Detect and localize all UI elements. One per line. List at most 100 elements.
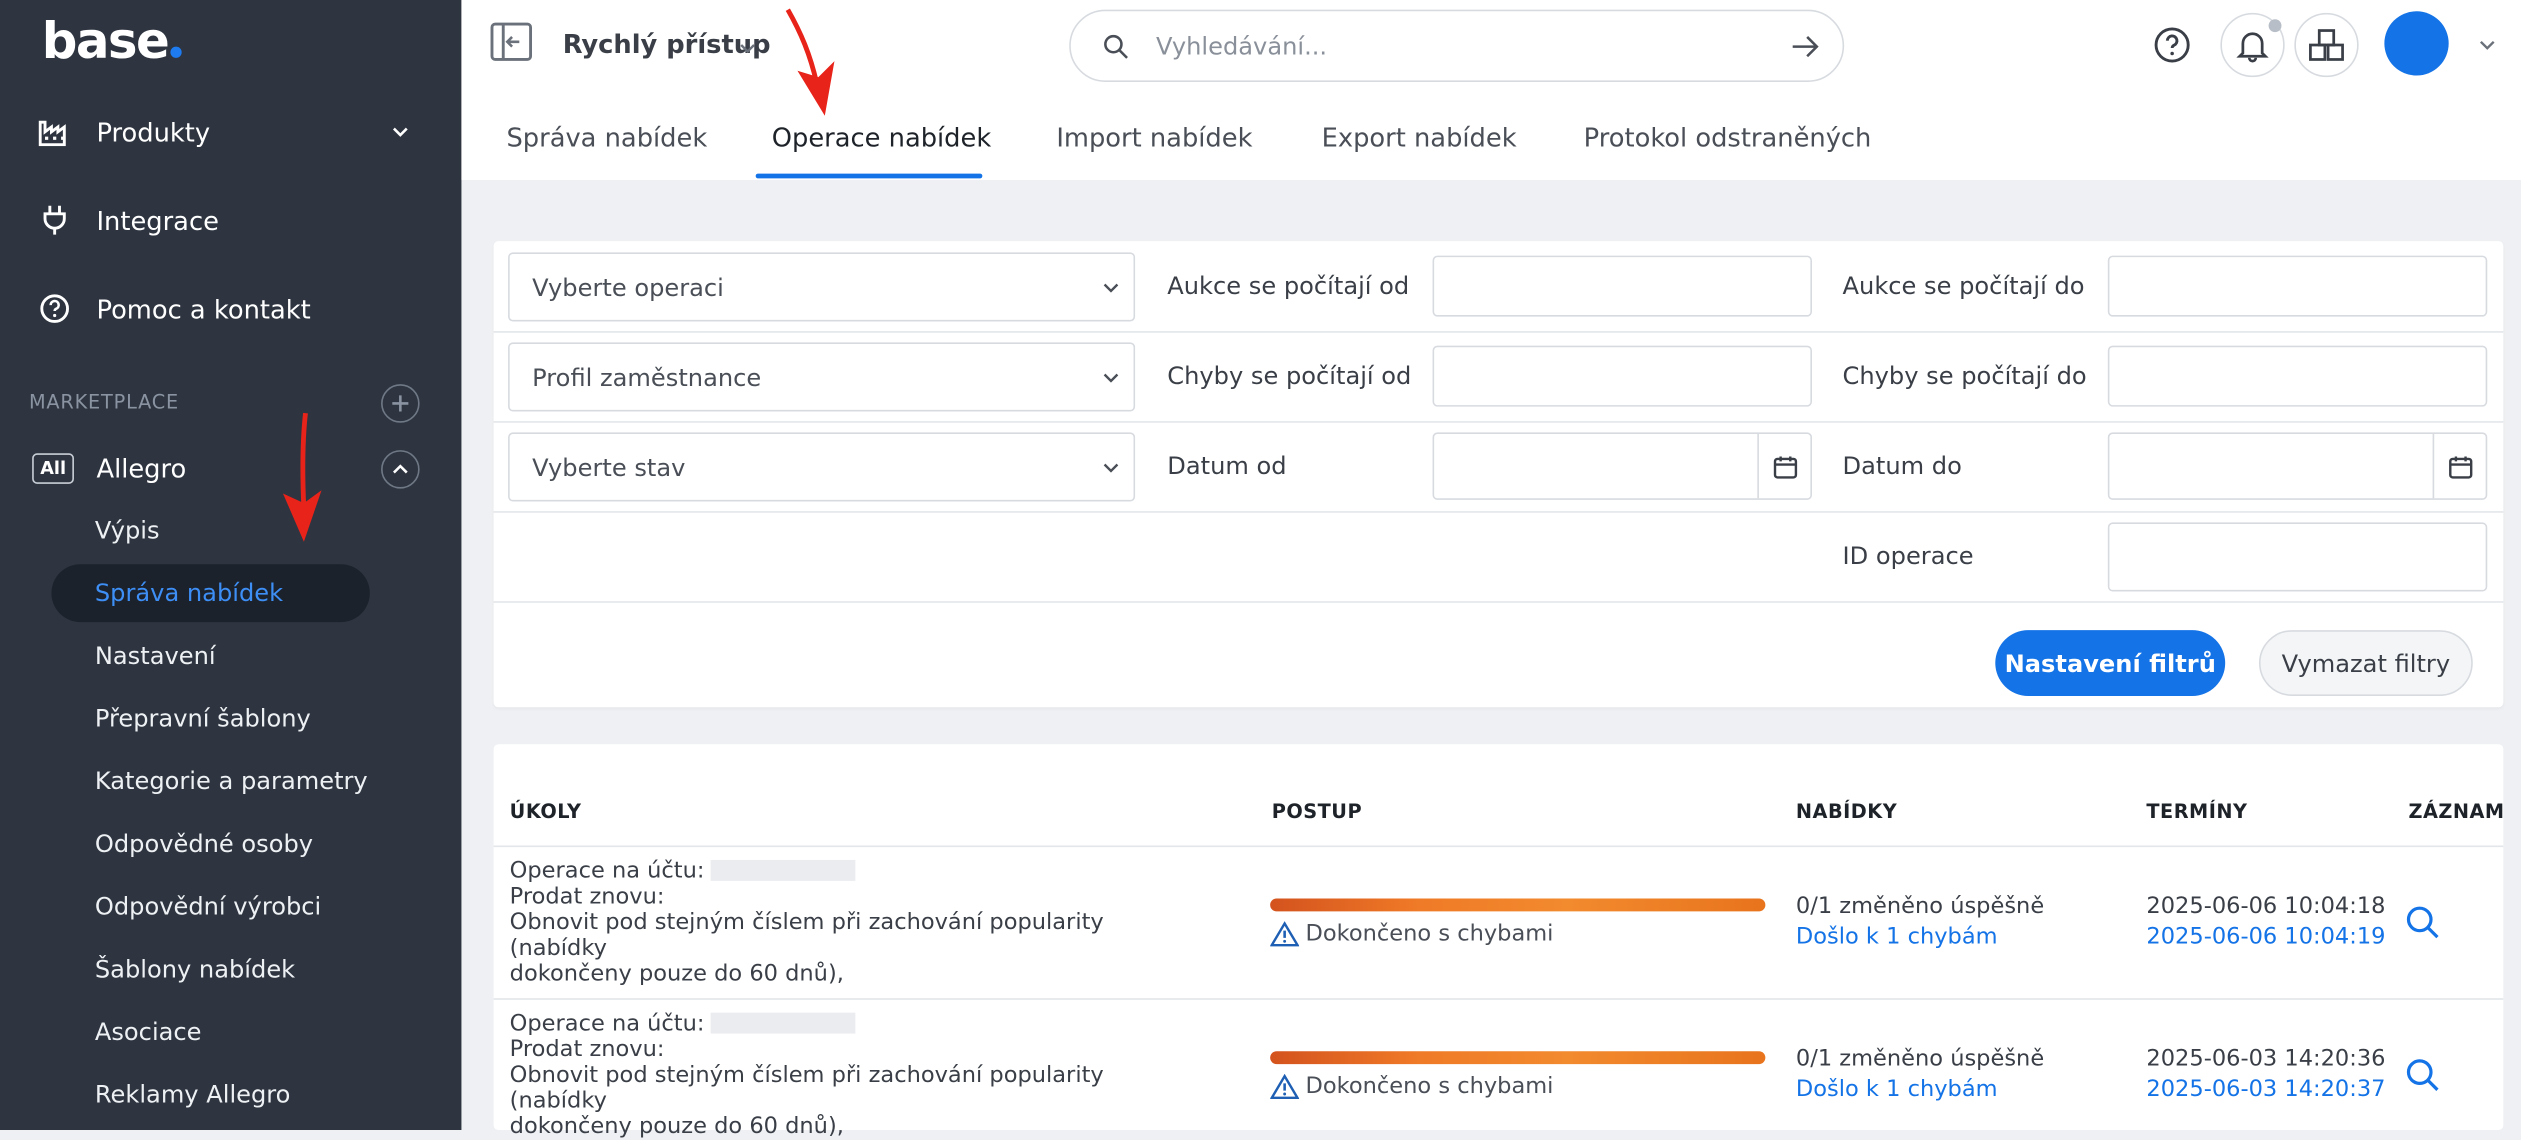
auctions-from-input[interactable] [1432,255,1812,317]
operation-id-label: ID operace [1842,541,1974,571]
chevron-up-icon [393,464,408,474]
logo[interactable]: base [42,13,182,71]
marketplace-label: MARKETPLACE [28,390,180,414]
operations-table: ÚKOLY POSTUP NABÍDKY TERMÍNY ZÁZNAM Oper… [493,744,2505,1140]
divider [493,601,2504,603]
annotation-arrow [282,412,322,542]
column-header-offers: NABÍDKY [1795,800,1898,823]
avatar[interactable] [2384,11,2449,76]
sidebar-subitem-odpovedni-vyrobci[interactable]: Odpovědní výrobci [51,878,369,936]
apps-button[interactable] [2294,12,2359,78]
status-text: Dokončeno s chybami [1305,921,1554,947]
select-value: Profil zaměstnance [532,362,762,392]
divider [493,421,2504,423]
column-header-record: ZÁZNAM [2408,800,2505,823]
tab-export-nabidek[interactable]: Export nabídek [1322,122,1517,153]
notifications-button[interactable] [2220,12,2285,78]
status-text: Dokončeno s chybami [1305,1073,1554,1100]
tab-operace-nabidek[interactable]: Operace nabídek [772,122,991,153]
annotation-arrow [785,8,835,116]
topbar: Rychlý přístup Správa nabídek Operace na… [461,0,2521,181]
sidebar-item-label: Allegro [96,453,187,484]
redacted-account [710,1012,856,1034]
offers-success: 0/1 změněno úspěšně [1795,1046,2045,1073]
select-value: Vyberte operaci [532,272,724,302]
sidebar-subitem-sprava-nabidek[interactable]: Správa nabídek [51,564,370,623]
offers-errors-link[interactable]: Došlo k 1 chybám [1796,924,1998,950]
date-start: 2025-06-06 10:04:18 [2146,893,2386,920]
sidebar-item-label: Pomoc a kontakt [96,293,311,324]
calendar-button[interactable] [1757,433,1810,499]
sidebar-subitem-kategorie[interactable]: Kategorie a parametry [51,752,369,810]
add-marketplace-button[interactable] [381,384,420,423]
date-from-label: Datum od [1167,451,1287,481]
divider [493,845,2504,848]
operation-select[interactable]: Vyberte operaci [508,252,1136,322]
task-account: Operace na účtu: [509,858,705,885]
plug-icon [39,204,71,236]
operation-id-input[interactable] [2107,522,2488,592]
chevron-down-icon[interactable] [738,39,757,58]
sidebar-subitem-asociace[interactable]: Asociace [51,1003,369,1061]
divider [493,511,2504,513]
errors-to-input[interactable] [2107,345,2488,407]
sidebar-subitem-sablony-nabidek[interactable]: Šablony nabídek [51,940,369,998]
help-button[interactable] [2140,13,2204,77]
clear-filters-button[interactable]: Vymazat filtry [2258,630,2473,697]
date-end[interactable]: 2025-06-03 14:20:37 [2146,1077,2385,1103]
state-select[interactable]: Vyberte stav [508,432,1136,502]
tab-protokol-odstranenych[interactable]: Protokol odstraněných [1584,122,1872,153]
task-line: Prodat znovu: [509,1036,665,1063]
errors-from-input[interactable] [1432,345,1812,407]
active-tab-indicator [755,173,983,179]
task-line: Prodat znovu: [509,884,665,910]
column-header-progress: POSTUP [1271,800,1363,823]
chevron-down-icon [1103,283,1119,293]
filter-panel: Vyberte operaci Profil zaměstnance Vyber… [493,241,2504,708]
search-icon [1104,34,1128,59]
sidebar-subitem-odpovedne-osoby[interactable]: Odpovědné osoby [51,815,369,873]
tab-import-nabidek[interactable]: Import nabídek [1056,122,1252,153]
chevron-down-icon[interactable] [2478,35,2497,54]
select-value: Vyberte stav [532,452,686,482]
arrow-right-icon[interactable] [1791,34,1820,60]
sidebar-toggle-icon[interactable] [490,22,533,62]
task-line: Obnovit pod stejným číslem při zachování… [509,909,1104,962]
apply-filters-button[interactable]: Nastavení filtrů [1995,630,2226,697]
calendar-button[interactable] [2432,433,2486,499]
sidebar-item-integrace[interactable]: Integrace [0,188,461,252]
collapse-button[interactable] [381,450,420,489]
sidebar-item-allegro[interactable]: All Allegro [0,442,461,497]
progress-bar [1270,1051,1766,1065]
sidebar-subitem-reklamy[interactable]: Reklamy Allegro [51,1066,369,1124]
errors-from-label: Chyby se počítají od [1167,361,1412,391]
auctions-to-input[interactable] [2107,255,2488,317]
search-icon[interactable] [2405,1058,2440,1093]
sidebar-item-pomoc[interactable]: Pomoc a kontakt [0,276,461,340]
employee-select[interactable]: Profil zaměstnance [508,342,1136,412]
errors-to-label: Chyby se počítají do [1842,361,2087,391]
help-circle-icon [39,293,71,325]
date-end[interactable]: 2025-06-06 10:04:19 [2146,924,2385,950]
boxes-icon [2309,29,2344,61]
progress-bar [1270,898,1766,912]
tab-sprava-nabidek[interactable]: Správa nabídek [506,122,707,153]
sidebar-subitem-prepravni-sablony[interactable]: Přepravní šablony [51,690,369,748]
search-icon[interactable] [2405,905,2440,940]
task-line: dokončeny pouze do 60 dnů), [509,1113,844,1140]
warning-icon [1270,1073,1300,1100]
offers-success: 0/1 změněno úspěšně [1795,893,2045,920]
column-header-dates: TERMÍNY [2146,800,2248,823]
sidebar-item-produkty[interactable]: Produkty [0,100,461,164]
chevron-down-icon [1103,463,1119,473]
sidebar-subitem-nastaveni[interactable]: Nastavení [51,627,369,685]
table-row-task: Operace na účtu: Prodat znovu: Obnovit p… [510,858,1185,987]
auctions-to-label: Aukce se počítají do [1842,271,2085,301]
offers-errors-link[interactable]: Došlo k 1 chybám [1796,1077,1998,1103]
notification-dot [2268,19,2282,33]
date-to-input[interactable] [2107,432,2488,500]
search-input[interactable] [1156,25,1767,68]
sidebar-item-label: Integrace [96,204,219,236]
date-from-input[interactable] [1432,432,1812,500]
table-row-task: Operace na účtu: Prodat znovu: Obnovit p… [510,1011,1185,1140]
